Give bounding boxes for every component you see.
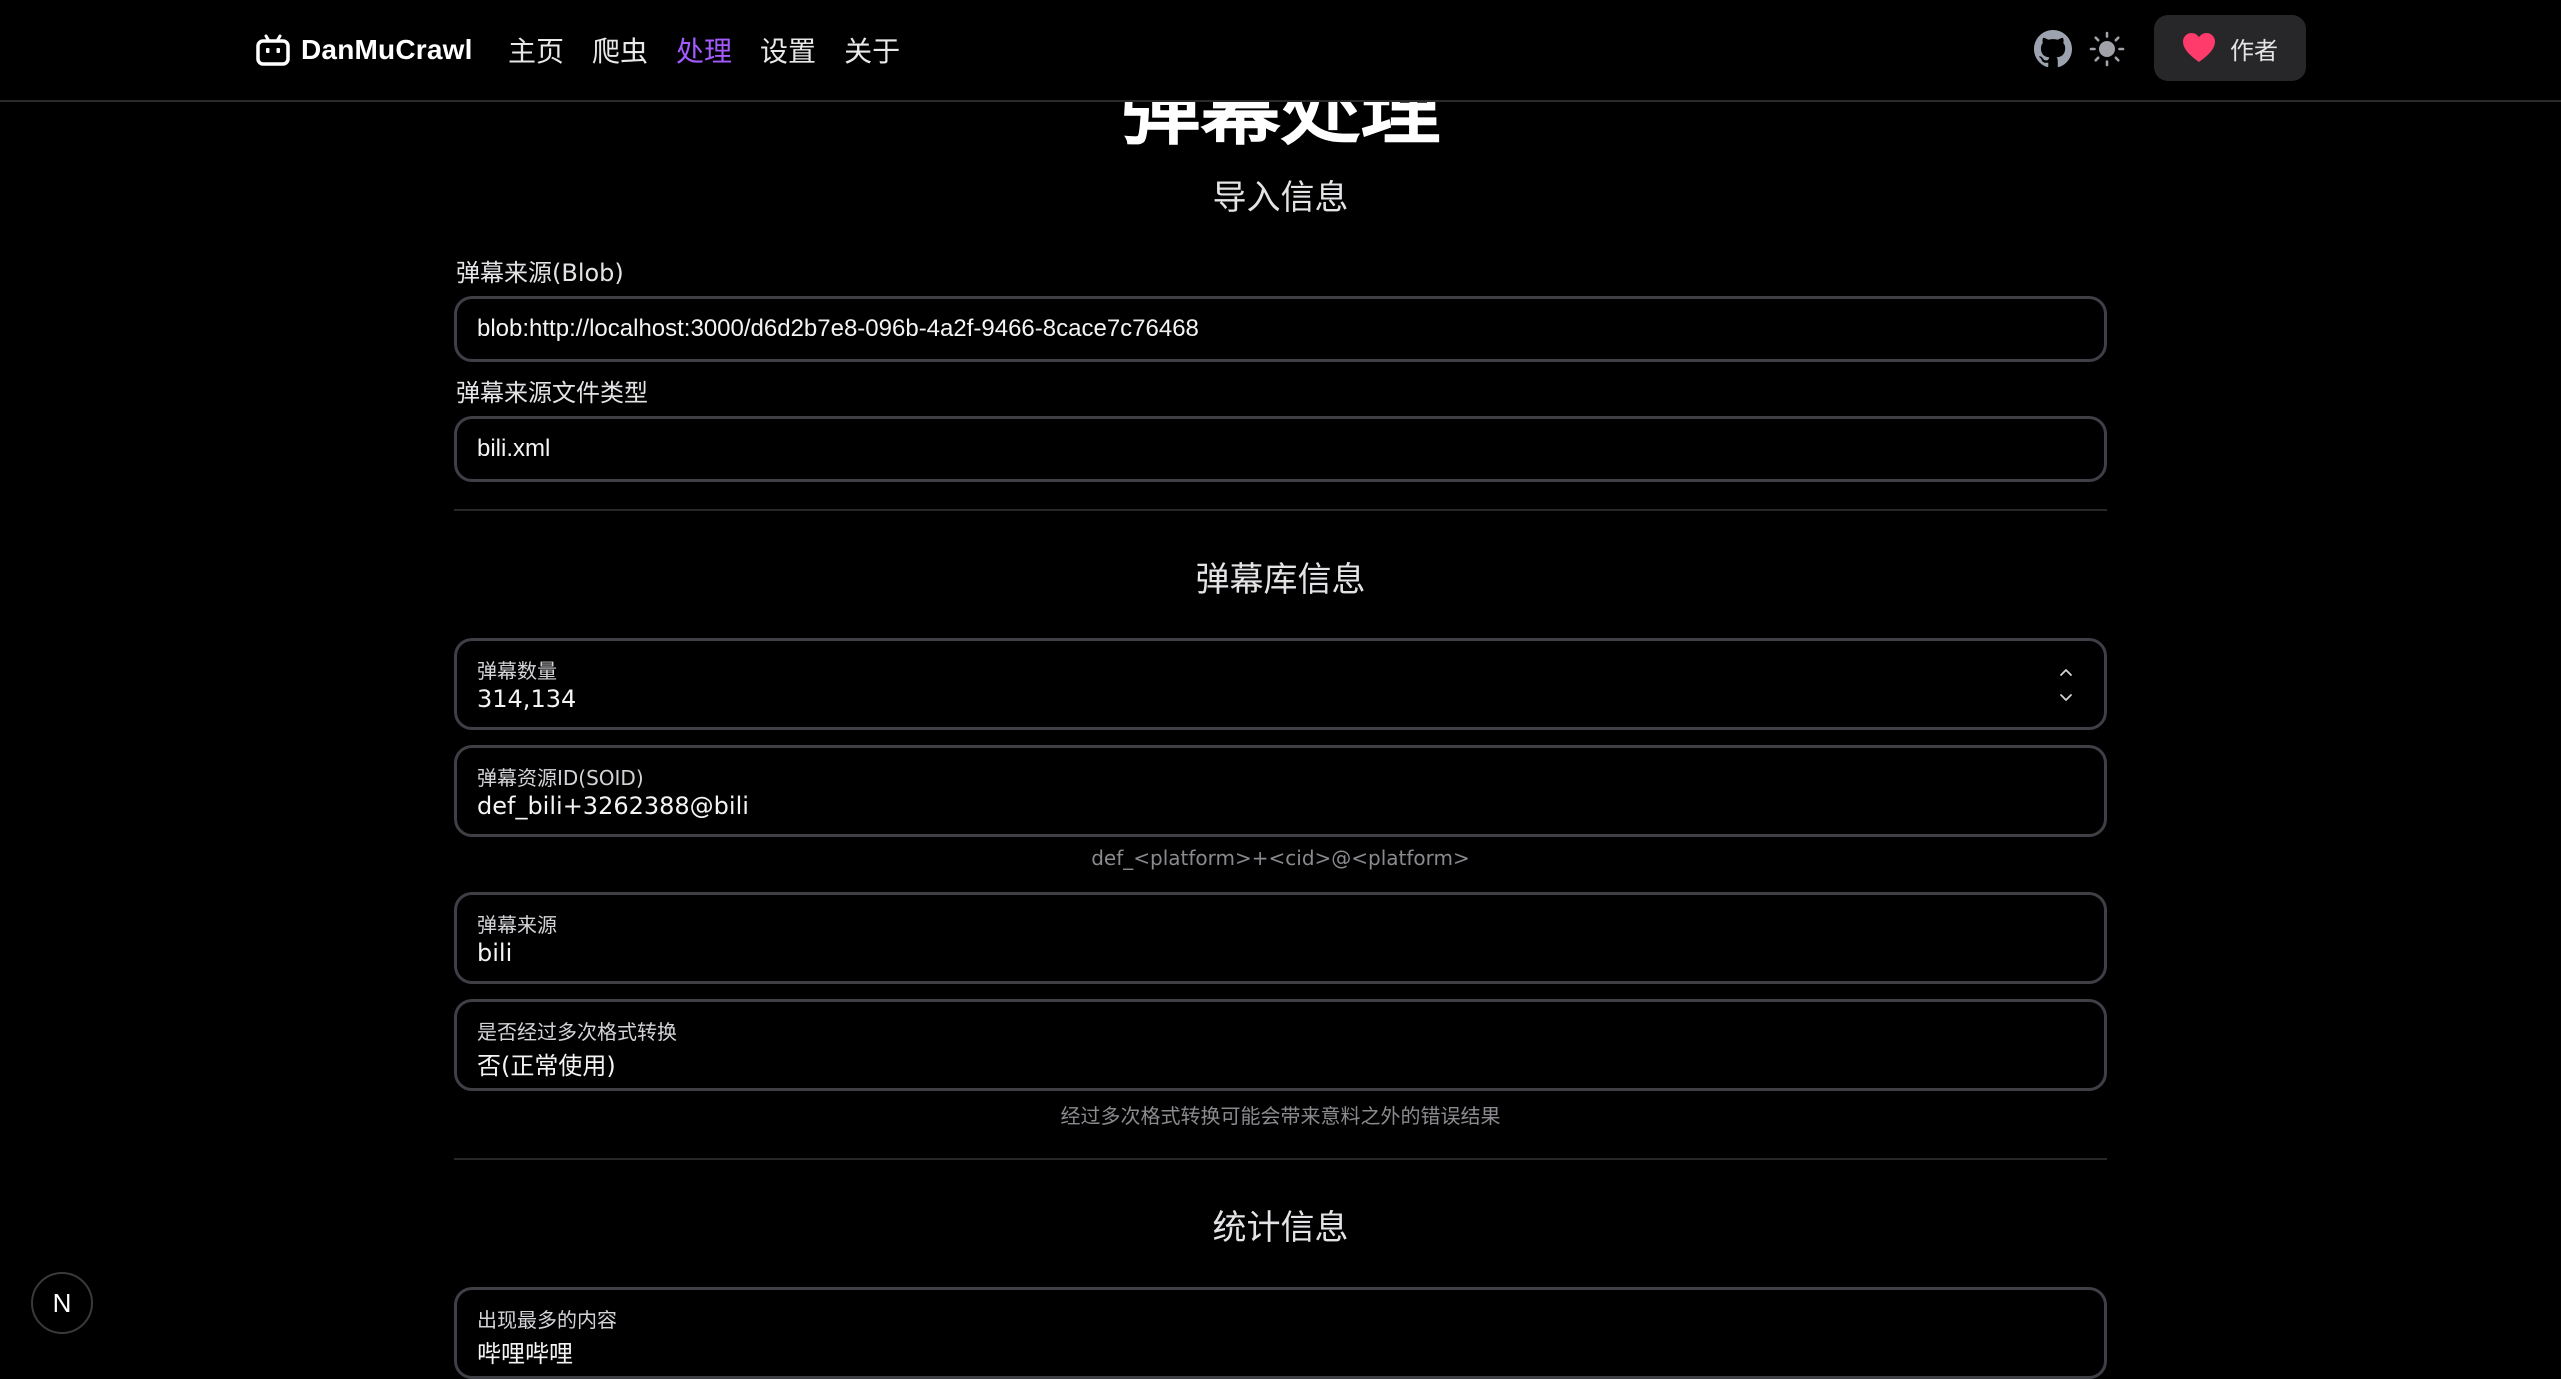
soid-hint: def_<platform>+<cid>@<platform> <box>1091 846 1470 870</box>
file-type-label: 弹幕来源文件类型 <box>456 379 648 407</box>
top-content-label: 出现最多的内容 <box>477 1308 617 1332</box>
page-title-clip: 弹幕处理 <box>0 102 2561 150</box>
sun-icon[interactable] <box>2088 30 2126 68</box>
github-icon[interactable] <box>2034 30 2072 68</box>
danmaku-from-label: 弹幕来源 <box>477 913 557 937</box>
top-content-value: 哔哩哔哩 <box>477 1340 573 1368</box>
nextjs-logo-icon: N <box>52 1287 72 1318</box>
danmaku-count-value: 314,134 <box>477 685 577 713</box>
library-heading: 弹幕库信息 <box>1195 560 1366 600</box>
converted-label: 是否经过多次格式转换 <box>477 1020 677 1044</box>
brand[interactable]: DanMuCrawl <box>255 30 473 70</box>
blob-source-input[interactable]: blob:http://localhost:3000/d6d2b7e8-096b… <box>454 296 2107 362</box>
soid-label: 弹幕资源ID(SOID) <box>477 766 644 790</box>
converted-value: 否(正常使用) <box>477 1052 616 1080</box>
danmaku-from-value: bili <box>477 939 513 967</box>
nextjs-dev-badge[interactable]: N <box>31 1272 93 1334</box>
nav-links: 主页 爬虫 处理 设置 关于 <box>508 28 900 72</box>
page-title: 弹幕处理 <box>1120 102 1441 150</box>
nav-process[interactable]: 处理 <box>676 30 732 70</box>
author-button[interactable]: 作者 <box>2154 15 2306 81</box>
count-stepper[interactable] <box>2056 663 2076 707</box>
stats-heading: 统计信息 <box>1212 1208 1349 1248</box>
tv-icon <box>256 34 290 66</box>
file-type-input[interactable]: bili.xml <box>454 416 2107 482</box>
converted-field[interactable]: 是否经过多次格式转换 否(正常使用) <box>454 999 2107 1091</box>
soid-value: def_bili+3262388@bili <box>477 792 749 820</box>
author-label: 作者 <box>2230 36 2278 65</box>
blob-source-label: 弹幕来源(Blob) <box>456 259 624 287</box>
heart-icon <box>2183 33 2215 62</box>
section-divider <box>454 509 2107 511</box>
danmaku-count-field[interactable]: 弹幕数量 314,134 <box>454 638 2107 730</box>
chevron-up-icon[interactable] <box>2056 663 2076 683</box>
nav-about[interactable]: 关于 <box>844 30 900 70</box>
brand-name: DanMuCrawl <box>301 34 473 65</box>
nav-crawler[interactable]: 爬虫 <box>592 30 648 70</box>
navbar: DanMuCrawl 主页 爬虫 处理 设置 关于 作者 <box>0 0 2561 102</box>
soid-field[interactable]: 弹幕资源ID(SOID) def_bili+3262388@bili <box>454 745 2107 837</box>
section-divider <box>454 1158 2107 1160</box>
danmaku-from-field[interactable]: 弹幕来源 bili <box>454 892 2107 984</box>
nav-home[interactable]: 主页 <box>508 30 564 70</box>
chevron-down-icon[interactable] <box>2056 687 2076 707</box>
converted-hint: 经过多次格式转换可能会带来意料之外的错误结果 <box>1060 1104 1501 1128</box>
nav-settings[interactable]: 设置 <box>760 30 816 70</box>
top-content-field[interactable]: 出现最多的内容 哔哩哔哩 <box>454 1287 2107 1379</box>
import-heading: 导入信息 <box>1212 178 1349 218</box>
danmaku-count-label: 弹幕数量 <box>477 659 557 683</box>
